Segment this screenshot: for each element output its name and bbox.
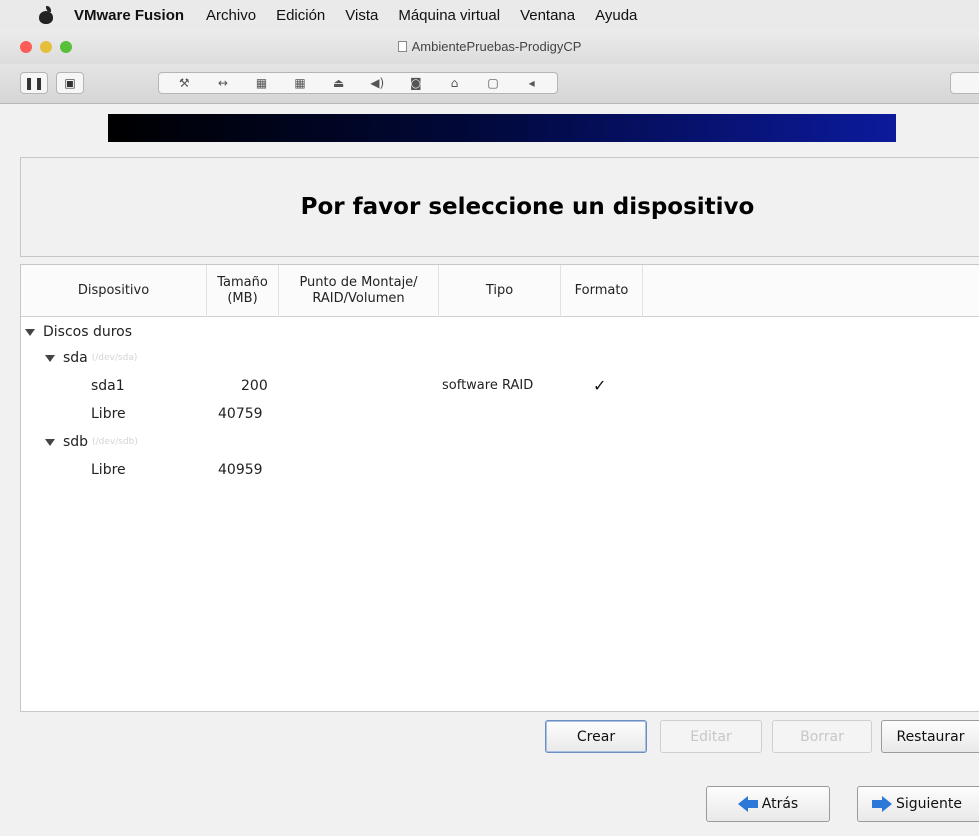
column-size-label-2: (MB) bbox=[227, 291, 258, 306]
expand-triangle-icon[interactable] bbox=[45, 438, 55, 446]
device-table[interactable]: Dispositivo Tamaño (MB) Punto de Montaje… bbox=[20, 264, 979, 712]
tree-row-sda[interactable]: sda (/dev/sda) bbox=[45, 345, 979, 371]
partition-size: 200 bbox=[241, 378, 268, 394]
snapshot-icon: ▣ bbox=[64, 76, 76, 90]
disk-name: sda bbox=[63, 350, 88, 366]
edit-button[interactable]: Editar bbox=[660, 720, 762, 753]
column-mount[interactable]: Punto de Montaje/ RAID/Volumen bbox=[279, 265, 439, 317]
hard-disk-icon[interactable]: ▦ bbox=[250, 76, 272, 90]
arrow-right-icon-tail bbox=[872, 800, 882, 808]
reset-button[interactable]: Restaurar bbox=[881, 720, 979, 753]
tree-row-sdb[interactable]: sdb (/dev/sdb) bbox=[45, 429, 979, 455]
table-row[interactable]: Libre 40759 bbox=[21, 401, 979, 427]
menu-maquina-virtual[interactable]: Máquina virtual bbox=[398, 7, 500, 24]
column-size-label-1: Tamaño bbox=[217, 275, 268, 290]
arrow-left-icon bbox=[737, 796, 748, 812]
partition-size: 40759 bbox=[218, 406, 263, 422]
table-row[interactable]: sda1 200 software RAID ✓ bbox=[21, 373, 979, 399]
usb-icon[interactable]: ⌂ bbox=[443, 76, 465, 90]
installer-header: Por favor seleccione un dispositivo bbox=[20, 157, 979, 257]
tree-root-label: Discos duros bbox=[43, 324, 133, 340]
partition-size: 40959 bbox=[218, 462, 263, 478]
disk-path: (/dev/sdb) bbox=[92, 437, 138, 447]
snapshot-button[interactable]: ▣ bbox=[56, 72, 84, 94]
column-mount-label-1: Punto de Montaje/ bbox=[299, 275, 418, 290]
menu-app-name[interactable]: VMware Fusion bbox=[74, 7, 184, 24]
expand-triangle-icon[interactable] bbox=[45, 354, 55, 362]
table-header: Dispositivo Tamaño (MB) Punto de Montaje… bbox=[21, 265, 979, 317]
chevron-left-icon[interactable]: ◂ bbox=[521, 76, 543, 90]
macos-menu-bar: VMware Fusion Archivo Edición Vista Máqu… bbox=[0, 0, 979, 30]
partition-name: Libre bbox=[91, 406, 126, 422]
disk-path: (/dev/sda) bbox=[91, 353, 138, 363]
pause-vm-button[interactable]: ❚❚ bbox=[20, 72, 48, 94]
column-type-label: Tipo bbox=[485, 283, 514, 298]
pause-icon: ❚❚ bbox=[23, 76, 45, 90]
settings-wrench-icon[interactable]: ⚒ bbox=[173, 76, 195, 90]
expand-triangle-icon[interactable] bbox=[25, 328, 35, 336]
window-title-text: AmbientePruebas-ProdigyCP bbox=[411, 39, 582, 54]
column-format-label: Formato bbox=[574, 283, 629, 298]
printer-icon[interactable]: ⏏ bbox=[328, 76, 350, 90]
window-title: AmbientePruebas-ProdigyCP bbox=[0, 39, 979, 54]
hard-disk-2-icon[interactable]: ▦ bbox=[289, 76, 311, 90]
vm-document-icon bbox=[397, 41, 407, 52]
disk-name: sdb bbox=[63, 434, 89, 450]
format-checkmark-icon: ✓ bbox=[593, 376, 607, 395]
partition-name: sda1 bbox=[91, 378, 125, 394]
network-icon[interactable]: ↔ bbox=[212, 76, 234, 90]
partition-name: Libre bbox=[91, 462, 126, 478]
share-button[interactable] bbox=[950, 72, 979, 94]
display-icon[interactable]: ▢ bbox=[482, 76, 504, 90]
arrow-left-icon-tail bbox=[747, 800, 758, 808]
camera-icon[interactable]: ◙ bbox=[405, 76, 427, 90]
menu-ayuda[interactable]: Ayuda bbox=[595, 7, 637, 24]
column-size[interactable]: Tamaño (MB) bbox=[207, 265, 279, 317]
apple-icon[interactable] bbox=[38, 6, 54, 24]
vm-toolbar: ❚❚ ▣ ⚒ ↔ ▦ ▦ ⏏ ◀) ◙ ⌂ ▢ ◂ bbox=[0, 64, 979, 104]
create-button[interactable]: Crear bbox=[545, 720, 647, 753]
sound-icon[interactable]: ◀) bbox=[366, 76, 388, 90]
column-device[interactable]: Dispositivo bbox=[21, 265, 207, 317]
device-toolbar-group: ⚒ ↔ ▦ ▦ ⏏ ◀) ◙ ⌂ ▢ ◂ bbox=[158, 72, 558, 94]
delete-button[interactable]: Borrar bbox=[772, 720, 872, 753]
next-button[interactable]: Siguiente bbox=[857, 786, 979, 822]
menu-ventana[interactable]: Ventana bbox=[520, 7, 575, 24]
menu-archivo[interactable]: Archivo bbox=[206, 7, 256, 24]
column-device-label: Dispositivo bbox=[77, 283, 150, 298]
window-title-bar: AmbientePruebas-ProdigyCP bbox=[0, 30, 979, 64]
installer-banner bbox=[108, 114, 896, 142]
menu-edicion[interactable]: Edición bbox=[276, 7, 325, 24]
page-title: Por favor seleccione un dispositivo bbox=[300, 194, 755, 220]
column-mount-label-2: RAID/Volumen bbox=[312, 291, 405, 306]
partition-type: software RAID bbox=[442, 378, 534, 393]
column-format[interactable]: Formato bbox=[561, 265, 643, 317]
arrow-right-icon bbox=[882, 796, 892, 812]
menu-vista[interactable]: Vista bbox=[345, 7, 378, 24]
next-button-label: Siguiente bbox=[896, 796, 963, 812]
tree-row-discos-duros[interactable]: Discos duros bbox=[25, 319, 979, 345]
table-row[interactable]: Libre 40959 bbox=[21, 457, 979, 483]
back-button[interactable]: Atrás bbox=[706, 786, 830, 822]
column-type[interactable]: Tipo bbox=[439, 265, 561, 317]
back-button-label: Atrás bbox=[761, 796, 799, 812]
vmware-fusion-window: VMware Fusion Archivo Edición Vista Máqu… bbox=[0, 0, 979, 836]
